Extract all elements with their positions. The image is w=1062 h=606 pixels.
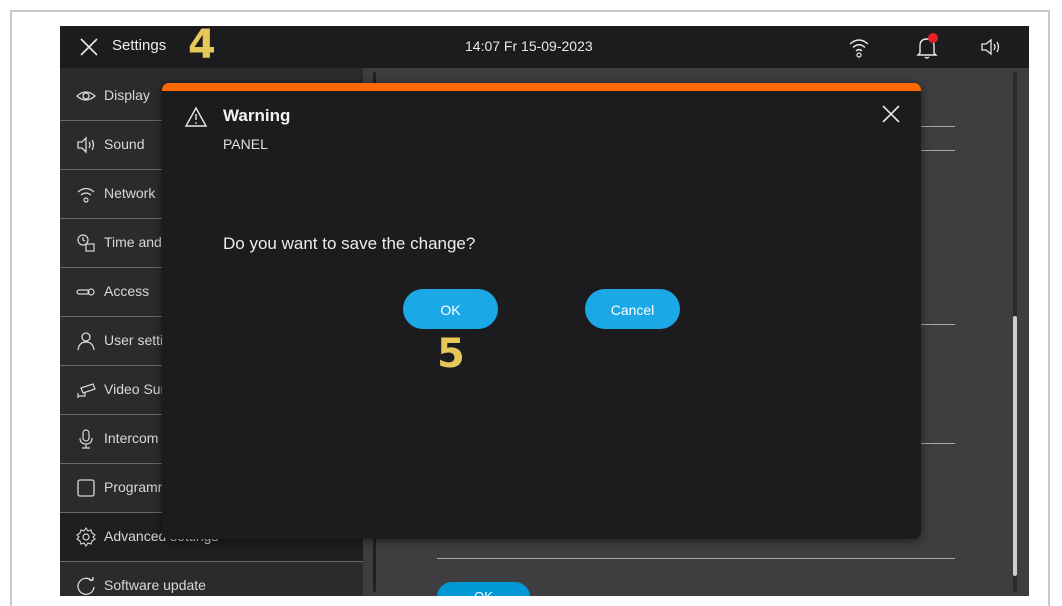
speaker-icon[interactable] <box>980 37 1002 57</box>
ok-button[interactable]: OK <box>403 289 498 329</box>
sidebar-item-label: Intercom <box>104 430 159 446</box>
page-title: Settings <box>112 37 167 54</box>
wifi-icon[interactable] <box>848 35 870 59</box>
gear-icon <box>76 527 96 547</box>
top-bar: Settings 4 14:07 Fr 15-09-2023 <box>60 26 1029 68</box>
sidebar-item-label: Display <box>104 87 150 103</box>
divider <box>437 558 955 559</box>
sidebar-item-label: Access <box>104 283 150 299</box>
refresh-icon <box>76 576 96 596</box>
main-ok-button[interactable]: OK <box>437 582 530 596</box>
close-icon[interactable] <box>880 103 902 125</box>
step-marker-5: 5 <box>437 331 465 377</box>
eye-icon <box>76 86 96 106</box>
warning-icon <box>185 107 207 127</box>
device-screen: Settings 4 14:07 Fr 15-09-2023 Display S… <box>60 26 1029 596</box>
dialog-title: Warning <box>223 106 291 125</box>
notification-badge <box>928 33 938 43</box>
cancel-button[interactable]: Cancel <box>585 289 680 329</box>
dialog-question: Do you want to save the change? <box>223 234 476 253</box>
wifi-icon <box>76 184 96 204</box>
main-scrollbar-thumb[interactable] <box>1013 316 1017 576</box>
microphone-icon <box>76 429 96 449</box>
user-icon <box>76 331 96 351</box>
step-marker-4: 4 <box>188 26 216 68</box>
sidebar-item-label: Network <box>104 185 156 201</box>
datetime-display: 14:07 Fr 15-09-2023 <box>465 38 593 54</box>
square-icon <box>76 478 96 498</box>
sidebar-item-label: Software update <box>104 577 206 593</box>
dialog-accent-bar <box>162 83 921 91</box>
warning-dialog: Warning PANEL Do you want to save the ch… <box>162 83 921 539</box>
key-icon <box>76 282 96 302</box>
speaker-icon <box>76 135 96 155</box>
camera-icon <box>76 380 96 400</box>
dialog-subtitle: PANEL <box>223 136 268 152</box>
clock-calendar-icon <box>76 233 96 253</box>
close-icon[interactable] <box>78 36 100 58</box>
sidebar-item-label: Sound <box>104 136 145 152</box>
sidebar-item-software-update[interactable]: Software update <box>60 562 363 596</box>
